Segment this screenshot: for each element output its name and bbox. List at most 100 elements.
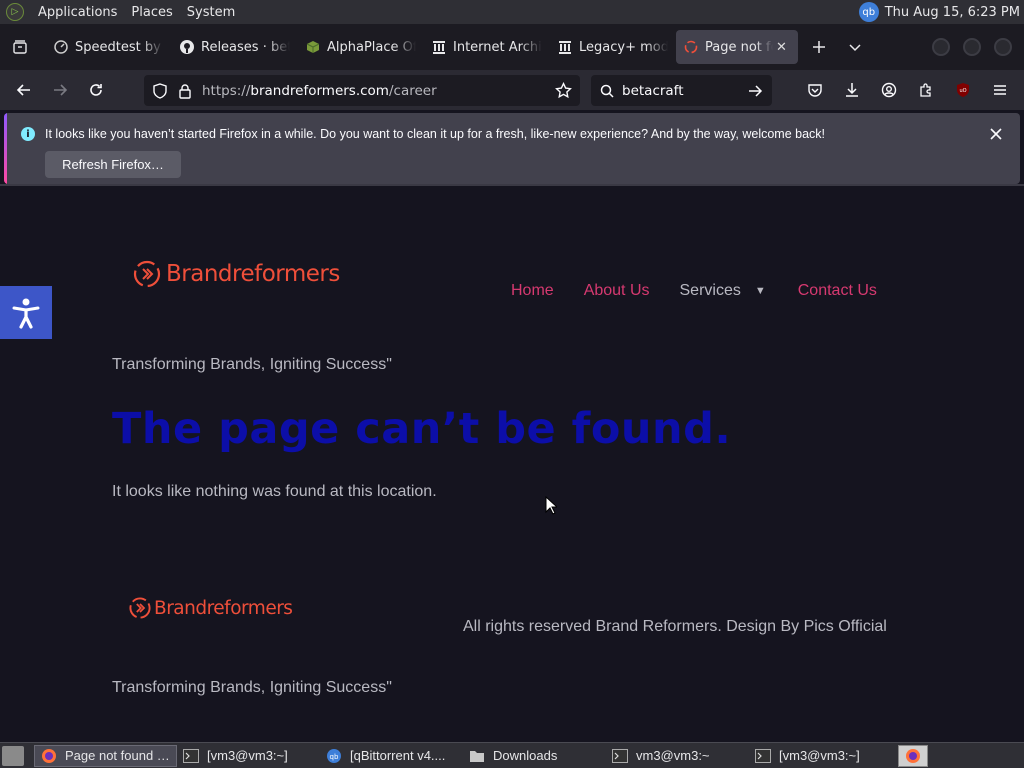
svg-text:uO: uO (959, 88, 966, 94)
tab-internet-archive[interactable]: Internet Archive (424, 30, 550, 64)
page-content: Brandreformers Home About Us Services ▼ … (0, 186, 1024, 742)
terminal-icon (755, 748, 771, 764)
tab-legacy-mod[interactable]: Legacy+ mod (550, 30, 676, 64)
puzzle-icon (920, 83, 931, 97)
new-tab-button[interactable] (804, 32, 834, 62)
show-desktop-button[interactable] (2, 745, 24, 766)
refresh-firefox-button[interactable]: Refresh Firefox… (45, 151, 181, 178)
terminal-icon (612, 748, 628, 764)
site-navigation: Home About Us Services ▼ Contact Us (511, 282, 877, 300)
logo-wordmark: Brandreformers (166, 261, 340, 287)
url-path: /career (388, 82, 437, 99)
maximize-button[interactable] (963, 38, 981, 56)
menu-places[interactable]: Places (131, 5, 172, 20)
workspace-switcher[interactable] (898, 744, 928, 767)
accessibility-button[interactable] (0, 286, 52, 339)
reload-button[interactable] (78, 72, 114, 108)
nav-services[interactable]: Services (680, 282, 741, 300)
search-bar[interactable]: betacraft (591, 75, 772, 106)
tab-overview-icon (13, 40, 27, 54)
app-menu-button[interactable] (982, 72, 1018, 108)
tracking-protection-shield-icon[interactable] (152, 82, 168, 99)
arrow-left-icon (16, 84, 30, 96)
info-icon: i (21, 127, 35, 141)
url-text[interactable]: https://brandreformers.com/career (202, 83, 437, 99)
tab-title: Legacy+ mod (579, 39, 668, 55)
archive-icon (558, 40, 572, 54)
tab-list-dropdown[interactable] (840, 32, 870, 62)
tab-title: AlphaPlace Official (327, 39, 416, 55)
archive-icon (432, 40, 446, 54)
distro-logo-icon[interactable]: ▷ (6, 3, 24, 21)
ublock-button[interactable]: uO (945, 72, 981, 108)
close-icon (990, 128, 1002, 140)
notification-message: It looks like you haven’t started Firefo… (45, 127, 826, 141)
tab-speedtest[interactable]: Speedtest by Ookla (46, 30, 172, 64)
search-input[interactable]: betacraft (622, 83, 684, 99)
account-button[interactable] (871, 72, 907, 108)
list-all-tabs-button[interactable] (6, 33, 34, 61)
lock-icon[interactable] (178, 83, 192, 99)
url-host: brandreformers.com (250, 82, 389, 99)
firefox-icon (906, 748, 920, 763)
speedometer-icon (54, 40, 68, 54)
ublock-origin-icon: uO (957, 83, 969, 97)
nav-contact[interactable]: Contact Us (798, 282, 877, 300)
pocket-button[interactable] (797, 72, 833, 108)
bottom-taskbar: Page not found … [vm3@vm3:~] qb [qBittor… (0, 742, 1024, 768)
terminal-icon (183, 748, 199, 764)
mouse-cursor-icon (545, 496, 557, 515)
refresh-firefox-notification: i It looks like you haven’t started Fire… (4, 113, 1020, 184)
nav-about[interactable]: About Us (584, 282, 650, 300)
taskbar-item-qbittorrent[interactable]: qb [qBittorrent v4.... (320, 745, 463, 767)
taskbar-item-downloads[interactable]: Downloads (463, 745, 606, 767)
taskbar-item-terminal[interactable]: vm3@vm3:~ (606, 745, 749, 767)
bookmark-star-icon[interactable] (555, 82, 572, 99)
brand-reformers-logo-icon (133, 260, 161, 288)
footer-logo-wordmark: Brandreformers (154, 597, 293, 619)
close-window-button[interactable] (994, 38, 1012, 56)
tab-title: Internet Archive (453, 39, 542, 55)
error-message: It looks like nothing was found at this … (112, 483, 437, 500)
taskbar-label: [vm3@vm3:~] (779, 748, 860, 763)
taskbar-label: [qBittorrent v4.... (350, 748, 446, 763)
tab-title: Speedtest by Ookla (75, 39, 164, 55)
menu-applications[interactable]: Applications (38, 5, 117, 20)
close-notification-button[interactable] (986, 124, 1006, 144)
nav-home[interactable]: Home (511, 282, 554, 300)
footer-logo[interactable]: Brandreformers (128, 596, 293, 620)
footer-copyright: All rights reserved Brand Reformers. Des… (463, 618, 887, 635)
url-bar[interactable]: https://brandreformers.com/career (144, 75, 580, 106)
tab-bar: Speedtest by Ookla Releases · betacraft … (0, 24, 1024, 70)
arrow-right-icon (54, 84, 68, 96)
navigation-toolbar: https://brandreformers.com/career betacr… (0, 70, 1024, 110)
back-button[interactable] (6, 72, 42, 108)
extensions-button[interactable] (908, 72, 944, 108)
search-go-arrow-icon[interactable] (748, 84, 763, 98)
forward-button[interactable] (42, 72, 78, 108)
pocket-icon (808, 84, 822, 97)
taskbar-item-terminal[interactable]: [vm3@vm3:~] (749, 745, 892, 767)
chevron-down-icon (849, 44, 861, 52)
tab-alphaplace[interactable]: AlphaPlace Official (298, 30, 424, 64)
system-top-panel: ▷ Applications Places System qb Thu Aug … (0, 0, 1024, 24)
qbittorrent-tray-icon[interactable]: qb (858, 2, 879, 22)
site-logo[interactable]: Brandreformers (132, 259, 340, 289)
taskbar-item-terminal[interactable]: [vm3@vm3:~] (177, 745, 320, 767)
taskbar-label: Downloads (493, 748, 558, 763)
menu-system[interactable]: System (187, 5, 235, 20)
downloads-button[interactable] (834, 72, 870, 108)
tab-releases[interactable]: Releases · betacraft (172, 30, 298, 64)
tab-title: Page not found (705, 39, 773, 55)
triangle-down-icon[interactable]: ▼ (755, 285, 766, 297)
download-icon (846, 83, 858, 97)
tab-page-not-found[interactable]: Page not found ✕ (676, 30, 798, 64)
accessibility-icon (12, 298, 40, 329)
folder-icon (469, 748, 485, 764)
account-icon (881, 82, 897, 98)
github-icon (180, 40, 194, 54)
clock[interactable]: Thu Aug 15, 6:23 PM (885, 5, 1020, 20)
minimize-button[interactable] (932, 38, 950, 56)
close-tab-icon[interactable]: ✕ (776, 40, 790, 55)
taskbar-item-firefox[interactable]: Page not found … (34, 744, 177, 767)
